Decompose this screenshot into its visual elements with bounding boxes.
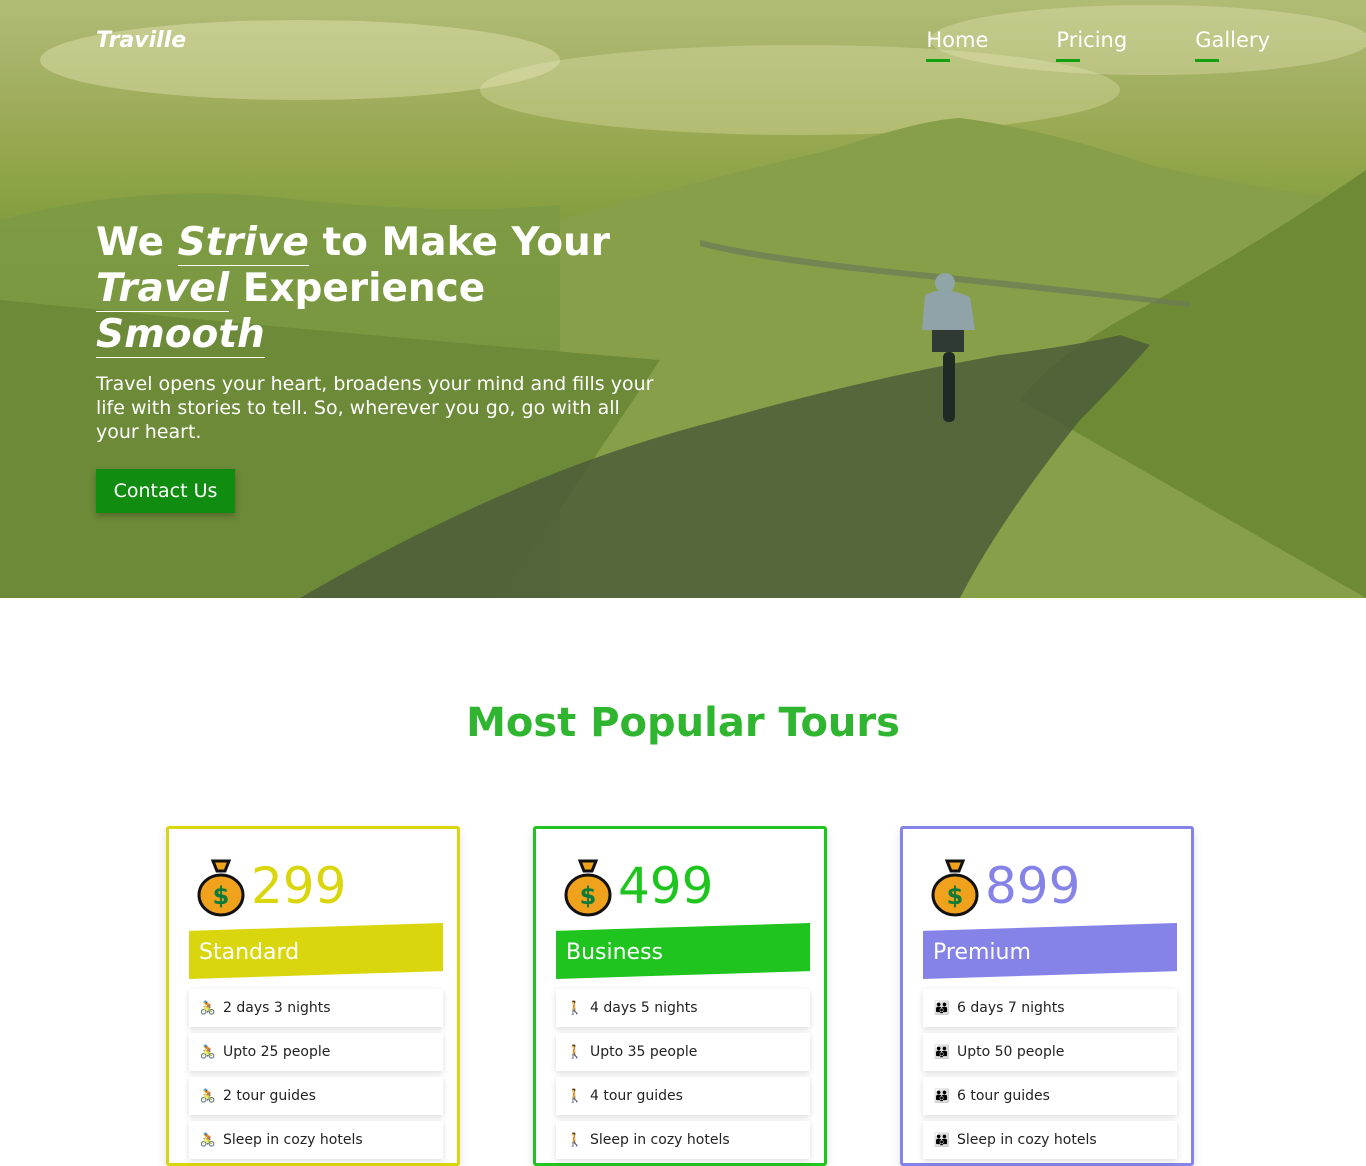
plan-features: 🚴 2 days 3 nights 🚴 Upto 25 people 🚴 2 tour… [189, 989, 443, 1165]
feature-item: 🚴 Sleep in cozy hotels [189, 1121, 443, 1159]
plan-price: 899 [985, 857, 1081, 915]
plan-name: Premium [933, 940, 1031, 965]
pricing-card-business[interactable]: $ 499 Business 🚶 4 days 5 nights 🚶 Upto 35… [533, 826, 827, 1166]
contact-us-button[interactable]: Contact Us [96, 469, 235, 513]
feature-item: 🚶 4 days 5 nights [556, 989, 810, 1027]
family-icon: 👪 [933, 1000, 951, 1016]
feature-text: Sleep in cozy hotels [223, 1132, 363, 1148]
family-icon: 👪 [933, 1088, 951, 1104]
feature-text: 6 tour guides [957, 1088, 1050, 1104]
pricing-cards: $ 299 Standard 🚴 2 days 3 nights 🚴 Upto 25… [166, 826, 1200, 1166]
plan-price: 499 [618, 857, 714, 915]
money-bag-icon: $ [931, 859, 979, 917]
family-icon: 👪 [933, 1044, 951, 1060]
section-title: Most Popular Tours [466, 700, 900, 746]
hiker-icon: 🚶 [566, 1132, 584, 1148]
svg-text:$: $ [580, 882, 597, 910]
nav-gallery-link[interactable]: Gallery [1195, 28, 1270, 62]
feature-text: Sleep in cozy hotels [957, 1132, 1097, 1148]
plan-price: 299 [251, 857, 347, 915]
feature-text: 2 tour guides [223, 1088, 316, 1104]
pricing-card-premium[interactable]: $ 899 Premium 👪 6 days 7 nights 👪 Upto 50 … [900, 826, 1194, 1166]
feature-item: 👪 Upto 50 people [923, 1033, 1177, 1071]
family-icon: 👪 [933, 1132, 951, 1148]
feature-text: Upto 25 people [223, 1044, 331, 1060]
money-bag-icon: $ [197, 859, 245, 917]
feature-item: 🚶 Upto 35 people [556, 1033, 810, 1071]
feature-text: 4 tour guides [590, 1088, 683, 1104]
plan-banner: Business [556, 923, 810, 979]
main-nav: Home Pricing Gallery [926, 28, 1270, 62]
feature-item: 👪 6 tour guides [923, 1077, 1177, 1115]
plan-features: 🚶 4 days 5 nights 🚶 Upto 35 people 🚶 4 tour… [556, 989, 810, 1165]
hiker-icon: 🚶 [566, 1088, 584, 1104]
nav-pricing-link[interactable]: Pricing [1056, 28, 1127, 62]
feature-item: 👪 Sleep in cozy hotels [923, 1121, 1177, 1159]
feature-item: 🚶 Sleep in cozy hotels [556, 1121, 810, 1159]
feature-text: Sleep in cozy hotels [590, 1132, 730, 1148]
feature-item: 🚴 Upto 25 people [189, 1033, 443, 1071]
headline-emphasis: Strive [177, 220, 309, 266]
plan-banner: Standard [189, 923, 443, 979]
svg-text:$: $ [947, 882, 964, 910]
feature-text: 4 days 5 nights [590, 1000, 698, 1016]
headline-word: to Make Your [322, 220, 610, 265]
feature-text: Upto 50 people [957, 1044, 1065, 1060]
feature-item: 🚴 2 days 3 nights [189, 989, 443, 1027]
headline-word: Experience [242, 266, 486, 311]
feature-text: 2 days 3 nights [223, 1000, 331, 1016]
bicycle-icon: 🚴 [199, 1132, 217, 1148]
feature-text: Upto 35 people [590, 1044, 698, 1060]
hero-section: Traville Home Pricing Gallery We Strive … [0, 0, 1366, 598]
bicycle-icon: 🚴 [199, 1088, 217, 1104]
site-logo[interactable]: Traville [96, 28, 186, 53]
headline-emphasis: Smooth [96, 312, 265, 358]
hero-headline: We Strive to Make Your Travel Experience… [96, 220, 656, 358]
plan-name: Standard [199, 940, 300, 965]
plan-features: 👪 6 days 7 nights 👪 Upto 50 people 👪 6 tour… [923, 989, 1177, 1165]
nav-home-link[interactable]: Home [926, 28, 988, 62]
svg-text:$: $ [213, 882, 230, 910]
feature-item: 🚶 4 tour guides [556, 1077, 810, 1115]
bicycle-icon: 🚴 [199, 1000, 217, 1016]
plan-banner: Premium [923, 923, 1177, 979]
money-bag-icon: $ [564, 859, 612, 917]
feature-text: 6 days 7 nights [957, 1000, 1065, 1016]
plan-name: Business [566, 940, 664, 965]
feature-item: 👪 6 days 7 nights [923, 989, 1177, 1027]
feature-item: 🚴 2 tour guides [189, 1077, 443, 1115]
hiker-icon: 🚶 [566, 1000, 584, 1016]
hero-subtext: Travel opens your heart, broadens your m… [96, 373, 654, 443]
pricing-card-standard[interactable]: $ 299 Standard 🚴 2 days 3 nights 🚴 Upto 25… [166, 826, 460, 1166]
bicycle-icon: 🚴 [199, 1044, 217, 1060]
headline-emphasis: Travel [96, 266, 230, 312]
hiker-icon: 🚶 [566, 1044, 584, 1060]
headline-word: We [96, 220, 165, 265]
